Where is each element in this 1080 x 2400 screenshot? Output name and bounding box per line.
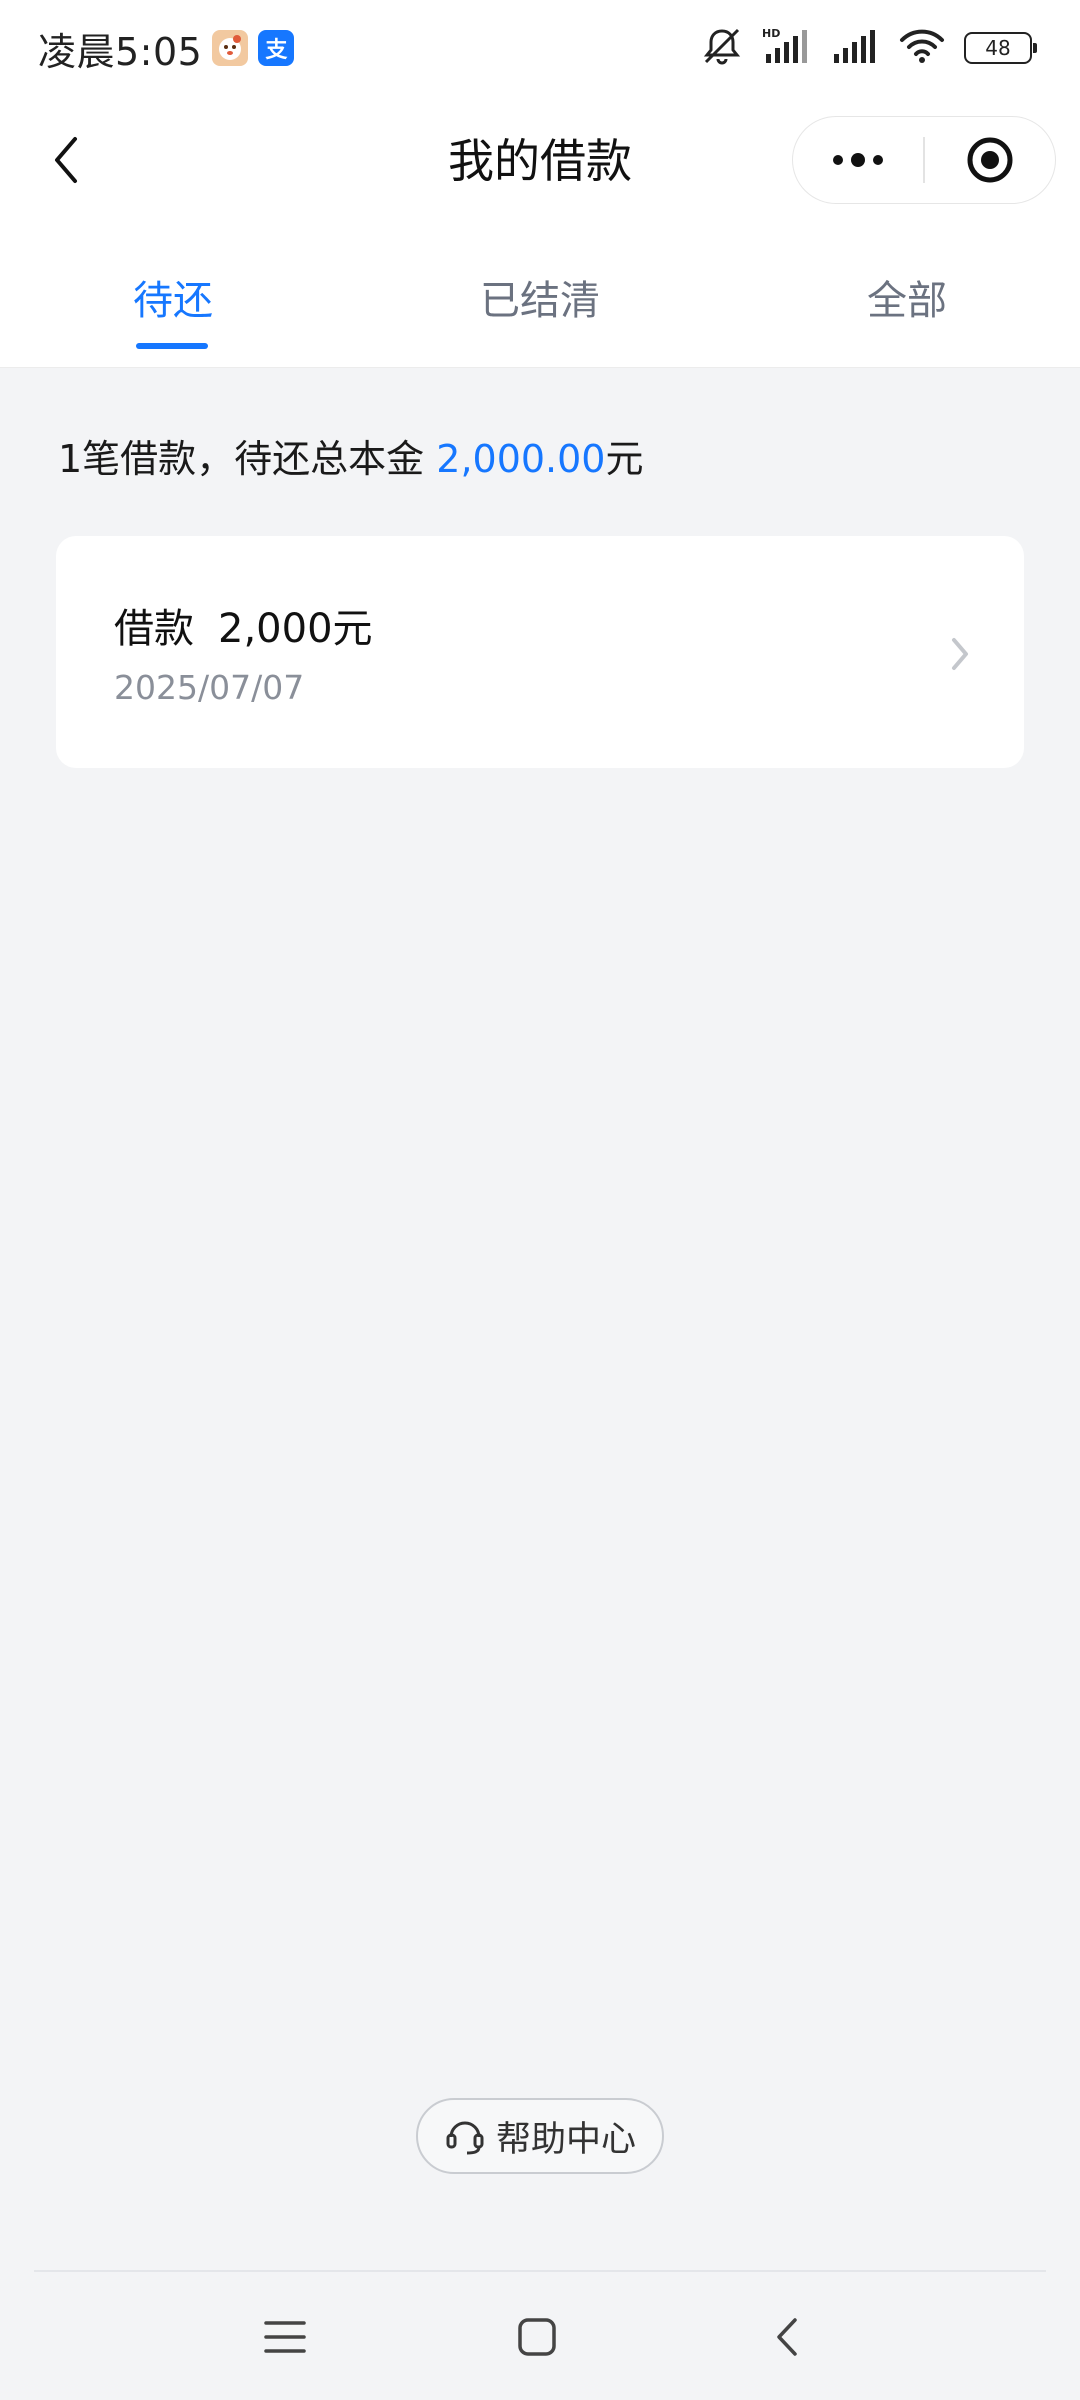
loan-summary: 1笔借款，待还总本金 2,000.00元 [58,428,644,483]
summary-prefix: 1笔借款，待还总本金 [58,437,437,481]
status-bar-right: HD 48 [700,26,1037,70]
target-close-icon [967,137,1013,183]
status-bar-left: 凌晨5:05 支 [38,21,295,76]
system-menu-button[interactable] [250,2302,320,2372]
help-center-label: 帮助中心 [495,2119,636,2160]
tab-bar: 待还 已结清 全部 [0,226,1080,368]
loan-label: 借款 [114,606,194,652]
hd-signal-icon: HD [762,26,814,70]
close-miniprogram-button[interactable] [925,116,1055,204]
chevron-right-icon [952,638,968,670]
summary-amount: 2,000.00 [436,437,606,481]
miniprogram-capsule [792,116,1056,204]
system-home-button[interactable] [502,2302,572,2372]
menu-icon [264,2321,306,2353]
svg-text:HD: HD [762,27,780,40]
headset-icon [446,2121,484,2155]
chevron-left-icon [55,137,77,183]
status-bar: 凌晨5:05 支 HD 48 [0,0,1080,96]
more-button[interactable] [793,116,923,204]
help-center-button[interactable]: 帮助中心 [416,2098,664,2174]
status-time: 凌晨5:05 [38,29,203,74]
tab-all[interactable]: 全部 [757,226,1057,368]
loan-title: 借款 2,000元 [114,596,373,654]
back-button[interactable] [36,128,96,192]
mascot-app-icon [212,30,249,66]
tab-settled[interactable]: 已结清 [390,226,690,368]
system-back-button[interactable] [752,2302,822,2372]
battery-icon: 48 [964,32,1037,64]
active-tab-indicator [136,343,208,349]
signal-icon [832,26,880,70]
mute-bell-icon [700,26,744,70]
back-triangle-icon [777,2318,797,2356]
system-nav-bar [0,2272,1080,2400]
wifi-icon [898,26,946,70]
loan-amount: 2,000元 [218,606,373,652]
loan-date: 2025/07/07 [114,668,305,707]
summary-suffix: 元 [605,437,644,481]
nav-bar: 我的借款 [0,96,1080,226]
loan-card[interactable]: 借款 2,000元 2025/07/07 [56,536,1024,768]
more-dots-icon [833,153,884,167]
alipay-app-icon: 支 [258,30,295,66]
home-square-icon [518,2318,556,2356]
